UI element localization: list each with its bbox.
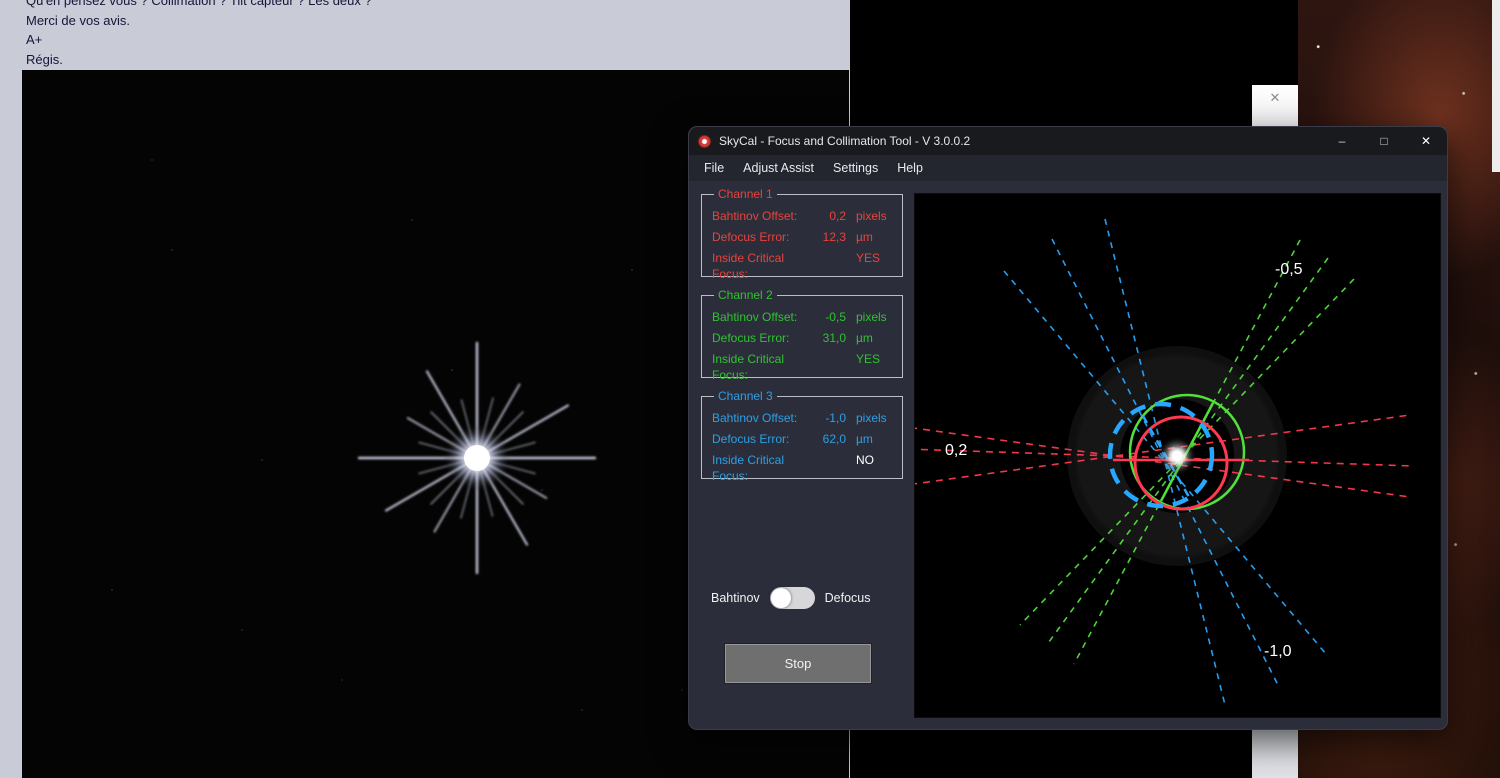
stop-button[interactable]: Stop bbox=[725, 644, 871, 683]
row-unit: YES bbox=[856, 251, 881, 265]
row-label: Defocus Error: bbox=[712, 230, 790, 244]
toggle-right-label: Defocus bbox=[824, 591, 871, 605]
collimation-plot: -0,5 0,2 -1,0 bbox=[816, 193, 1441, 718]
channel-3-group: Channel 3 Bahtinov Offset: -1,0 pixels D… bbox=[701, 389, 903, 483]
offset-label-channel3: -1,0 bbox=[1264, 643, 1292, 660]
app-icon bbox=[698, 134, 711, 148]
offset-label-channel2: -0,5 bbox=[1275, 261, 1303, 278]
channel-2-bahtinov-offset-row: Bahtinov Offset: -0,5 pixels bbox=[712, 309, 894, 325]
row-unit: NO bbox=[856, 453, 874, 467]
row-unit: µm bbox=[856, 230, 873, 244]
offset-label-channel1: 0,2 bbox=[945, 442, 967, 459]
channel-1-defocus-error-row: Defocus Error: 12,3 µm bbox=[712, 229, 894, 245]
channel-1-title: Channel 1 bbox=[718, 187, 773, 201]
forum-text-line: Régis. bbox=[26, 51, 63, 67]
plot-star-center bbox=[1157, 436, 1197, 476]
row-unit: pixels bbox=[856, 209, 887, 223]
channel-3-title: Channel 3 bbox=[718, 389, 773, 403]
channel-2-critical-focus-row: Inside Critical Focus: YES bbox=[712, 351, 894, 383]
channel-2-title: Channel 2 bbox=[718, 288, 773, 302]
menu-item-help[interactable]: Help bbox=[897, 161, 923, 175]
close-button[interactable]: ✕ bbox=[1405, 127, 1447, 155]
row-label: Bahtinov Offset: bbox=[712, 310, 798, 324]
row-label: Bahtinov Offset: bbox=[712, 411, 798, 425]
channel-panels: Channel 1 Bahtinov Offset: 0,2 pixels De… bbox=[701, 187, 903, 490]
row-label: Inside Critical Focus: bbox=[712, 453, 785, 483]
row-unit: pixels bbox=[856, 310, 887, 324]
menu-item-adjust-assist[interactable]: Adjust Assist bbox=[743, 161, 814, 175]
row-unit: YES bbox=[856, 352, 881, 366]
row-value: -1,0 bbox=[825, 411, 846, 425]
titlebar[interactable]: SkyCal - Focus and Collimation Tool - V … bbox=[689, 127, 1447, 155]
row-label: Inside Critical Focus: bbox=[712, 251, 785, 281]
forum-text-line: A+ bbox=[26, 32, 43, 47]
channel-2-defocus-error-row: Defocus Error: 31,0 µm bbox=[712, 330, 894, 346]
collimation-plot-canvas: -0,5 0,2 -1,0 bbox=[816, 218, 1414, 706]
channel-3-critical-focus-row: Inside Critical Focus: NO bbox=[712, 452, 894, 484]
star-core bbox=[464, 445, 490, 471]
window-controls: – □ ✕ bbox=[1321, 127, 1447, 155]
row-value: 31,0 bbox=[822, 331, 846, 345]
window-title: SkyCal - Focus and Collimation Tool - V … bbox=[719, 134, 971, 148]
bahtinov-defocus-toggle[interactable] bbox=[769, 587, 815, 609]
close-icon[interactable]: ✕ bbox=[1252, 90, 1298, 106]
desktop: Qu'en pensez vous ? Collimation ? Tilt c… bbox=[0, 0, 1500, 778]
minimize-button[interactable]: – bbox=[1321, 127, 1363, 155]
toggle-left-label: Bahtinov bbox=[711, 591, 760, 605]
forum-text-line: Merci de vos avis. bbox=[26, 12, 131, 28]
menubar: File Adjust Assist Settings Help bbox=[689, 155, 1447, 181]
mode-toggle-row: Bahtinov Defocus bbox=[711, 587, 871, 609]
row-value bbox=[806, 250, 846, 282]
channel-1-critical-focus-row: Inside Critical Focus: YES bbox=[712, 250, 894, 282]
maximize-button[interactable]: □ bbox=[1363, 127, 1405, 155]
forum-text: Qu'en pensez vous ? Collimation ? Tilt c… bbox=[26, 0, 372, 69]
diffraction-star bbox=[357, 341, 597, 575]
channel-1-group: Channel 1 Bahtinov Offset: 0,2 pixels De… bbox=[701, 187, 903, 281]
row-value: 0,2 bbox=[829, 209, 846, 223]
channel-2-group: Channel 2 Bahtinov Offset: -0,5 pixels D… bbox=[701, 288, 903, 382]
row-unit: µm bbox=[856, 432, 873, 446]
row-label: Inside Critical Focus: bbox=[712, 352, 785, 382]
row-label: Bahtinov Offset: bbox=[712, 209, 798, 223]
row-value bbox=[806, 351, 846, 383]
row-value: 62,0 bbox=[822, 432, 846, 446]
toggle-knob bbox=[770, 588, 791, 608]
row-label: Defocus Error: bbox=[712, 331, 790, 345]
row-unit: µm bbox=[856, 331, 873, 345]
channel-3-defocus-error-row: Defocus Error: 62,0 µm bbox=[712, 431, 894, 447]
row-value: 12,3 bbox=[822, 230, 846, 244]
menu-item-settings[interactable]: Settings bbox=[833, 161, 878, 175]
forum-text-line: Qu'en pensez vous ? Collimation ? Tilt c… bbox=[26, 0, 372, 8]
row-value: -0,5 bbox=[825, 310, 846, 324]
channel-3-bahtinov-offset-row: Bahtinov Offset: -1,0 pixels bbox=[712, 410, 894, 426]
row-label: Defocus Error: bbox=[712, 432, 790, 446]
scrollbar-sliver[interactable] bbox=[1492, 0, 1500, 172]
row-value bbox=[806, 452, 846, 484]
faint-stars bbox=[111, 159, 783, 711]
channel-1-bahtinov-offset-row: Bahtinov Offset: 0,2 pixels bbox=[712, 208, 894, 224]
app-window: SkyCal - Focus and Collimation Tool - V … bbox=[688, 126, 1448, 730]
menu-item-file[interactable]: File bbox=[704, 161, 724, 175]
row-unit: pixels bbox=[856, 411, 887, 425]
